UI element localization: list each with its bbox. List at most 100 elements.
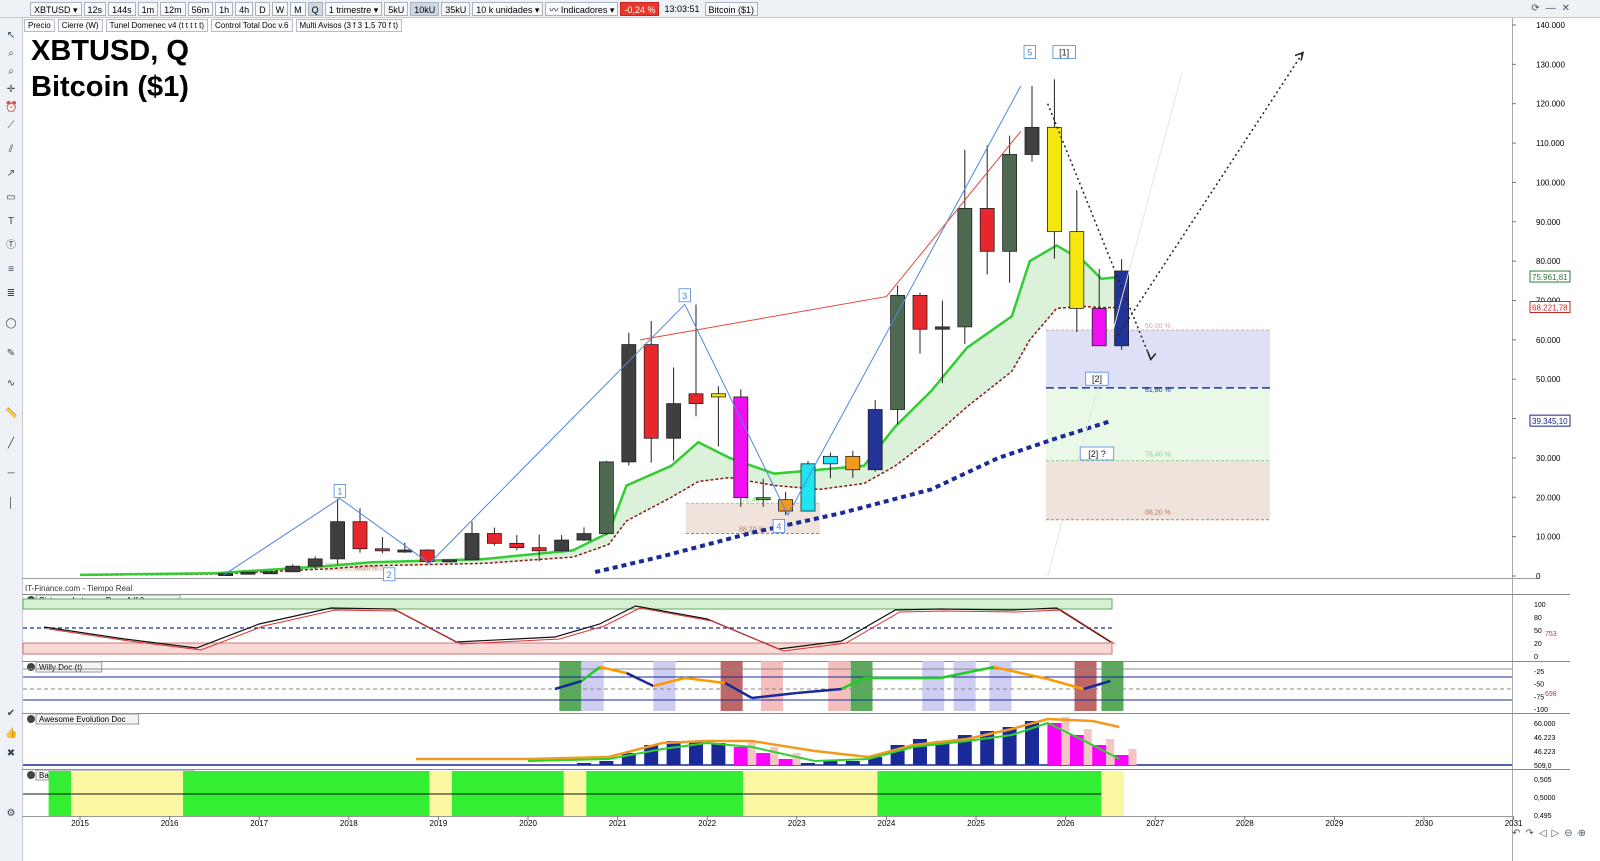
- candle-2024Q2[interactable]: [912, 292, 928, 354]
- candle-2024Q4[interactable]: [957, 149, 973, 345]
- timeframe-12s[interactable]: 12s: [83, 1, 107, 16]
- ruler-icon[interactable]: 📏: [5, 408, 17, 420]
- candle-2020Q2[interactable]: [554, 535, 569, 552]
- candle-2026Q3[interactable]: [1114, 259, 1129, 350]
- candle-2016Q4[interactable]: [240, 571, 256, 575]
- panel-axis-label: 50: [1534, 628, 1542, 635]
- pencil-icon[interactable]: ✎: [5, 348, 17, 360]
- candle-2019Q4[interactable]: [509, 535, 525, 551]
- line-tool-icon[interactable]: ╱: [5, 438, 17, 450]
- year-label: 2029: [1326, 819, 1344, 828]
- awesome-bar-2023Q2: [823, 761, 838, 765]
- units-selector[interactable]: 10 k unidades ▾: [472, 1, 544, 16]
- candle-2021Q1[interactable]: [621, 332, 637, 466]
- undo-icon[interactable]: ↶: [1512, 828, 1520, 839]
- fib-fan-icon[interactable]: ≣: [5, 288, 17, 300]
- timeframe-m[interactable]: M: [290, 1, 306, 16]
- candle-2019Q1[interactable]: [442, 559, 458, 563]
- candle-2018Q1[interactable]: [352, 508, 368, 553]
- candle-2018Q3[interactable]: [397, 542, 413, 553]
- timeframe-w[interactable]: W: [271, 1, 289, 16]
- candle-2026Q1[interactable]: [1069, 190, 1085, 332]
- vline-icon[interactable]: │: [5, 498, 17, 510]
- text-box-icon[interactable]: Ⓣ: [5, 240, 17, 252]
- delete-icon[interactable]: ✖: [5, 748, 17, 760]
- fibonacci-icon[interactable]: ≡: [5, 264, 17, 276]
- period-selector[interactable]: 1 trimestre ▾: [324, 1, 383, 16]
- candle-2025Q4[interactable]: [1047, 79, 1062, 259]
- candle-2024Q1[interactable]: [890, 285, 905, 425]
- candle-body: [464, 533, 480, 561]
- candle-2025Q2[interactable]: [1002, 135, 1017, 283]
- volume-35ku[interactable]: 35kU: [441, 1, 471, 16]
- wave-label: 4: [776, 521, 781, 531]
- zoom-icon[interactable]: ⌕: [5, 48, 17, 60]
- ellipse-icon[interactable]: ◯: [5, 318, 17, 330]
- panel-label-1[interactable]: Willy Doc (t): [27, 661, 103, 673]
- candle-2021Q3[interactable]: [666, 367, 681, 461]
- awesome-bar-2022Q4: [778, 759, 793, 765]
- minimize-icon[interactable]: —: [1546, 3, 1556, 14]
- year-label: 2031: [1505, 819, 1523, 828]
- candle-2022Q1[interactable]: [711, 386, 726, 447]
- thumbs-up-icon[interactable]: 👍: [5, 728, 17, 740]
- candle-2023Q4[interactable]: [867, 400, 883, 472]
- volume-5ku[interactable]: 5kU: [384, 1, 409, 16]
- redo-icon[interactable]: ↷: [1525, 828, 1533, 839]
- timeframe-4h[interactable]: 4h: [235, 1, 254, 16]
- wave-label: 3: [682, 291, 687, 301]
- zoom-out-icon[interactable]: ⊖: [1564, 828, 1572, 839]
- trendline-icon[interactable]: ⟋: [5, 120, 17, 132]
- crosshair-icon[interactable]: ✛: [5, 84, 17, 96]
- check-icon[interactable]: ✔: [5, 708, 17, 720]
- price-label: 80.000: [1536, 257, 1561, 266]
- arrow-icon[interactable]: ↗: [5, 168, 17, 180]
- candle-2018Q2[interactable]: [374, 537, 390, 554]
- candle-2017Q4[interactable]: [330, 498, 346, 565]
- candle-2022Q2[interactable]: [733, 389, 749, 507]
- cursor-icon[interactable]: ↖: [5, 30, 17, 42]
- timeframe-12m[interactable]: 12m: [160, 1, 186, 16]
- candle-2017Q2[interactable]: [285, 564, 301, 573]
- candle-2020Q4[interactable]: [599, 460, 614, 536]
- panel-value: 698: [1545, 691, 1557, 698]
- zoom-in-icon[interactable]: ⊕: [1578, 828, 1586, 839]
- indicators-button[interactable]: 〰 Indicadores ▾: [545, 1, 619, 16]
- scroll-right-icon[interactable]: ▷: [1552, 828, 1560, 839]
- timeframe-144s[interactable]: 144s: [108, 1, 136, 16]
- price-axis-line: [1512, 18, 1513, 861]
- candle-2019Q3[interactable]: [486, 527, 502, 546]
- panel-label-2[interactable]: Awesome Evolution Doc: [27, 713, 140, 725]
- timeframe-1m[interactable]: 1m: [137, 1, 159, 16]
- fib-label-0: 50,00 %: [1145, 323, 1171, 330]
- candle-2020Q3[interactable]: [576, 527, 592, 541]
- text-icon[interactable]: T: [5, 216, 17, 228]
- price-chart[interactable]: 50,00 %61,80 %76,40 %88,20 %76,40 %88,20…: [22, 18, 1600, 861]
- price-label: 100.000: [1536, 178, 1565, 187]
- year-label: 2016: [161, 819, 179, 828]
- timeframe-56m[interactable]: 56m: [187, 1, 214, 16]
- candle-2021Q4[interactable]: [688, 304, 704, 417]
- timeframe-d[interactable]: D: [255, 1, 270, 16]
- symbol-selector[interactable]: XBTUSD ▾: [30, 1, 82, 16]
- timeframe-q[interactable]: Q: [307, 1, 323, 16]
- scroll-left-icon[interactable]: ◁: [1539, 828, 1547, 839]
- candle-2021Q2[interactable]: [643, 320, 659, 463]
- wave-icon[interactable]: ∿: [5, 378, 17, 390]
- settings-icon[interactable]: ⚙: [5, 808, 17, 820]
- panel-axis-label: 46.223: [1534, 735, 1556, 742]
- close-icon[interactable]: ✕: [1562, 3, 1570, 14]
- candle-body: [599, 461, 614, 534]
- candle-2019Q2[interactable]: [464, 521, 480, 561]
- volume-10ku[interactable]: 10kU: [410, 1, 440, 16]
- hline-icon[interactable]: ─: [5, 468, 17, 480]
- candle-2025Q1[interactable]: [979, 145, 995, 275]
- candle-2025Q3[interactable]: [1024, 86, 1040, 162]
- refresh-icon[interactable]: ⟳: [1531, 3, 1539, 14]
- willy-segment: [626, 671, 654, 688]
- timeframe-1h[interactable]: 1h: [215, 1, 234, 16]
- channel-icon[interactable]: ⫽: [5, 144, 17, 156]
- zoom-area-icon[interactable]: ⌕: [5, 66, 17, 78]
- rectangle-icon[interactable]: ▭: [5, 192, 17, 204]
- alarm-icon[interactable]: ⏰: [5, 102, 17, 114]
